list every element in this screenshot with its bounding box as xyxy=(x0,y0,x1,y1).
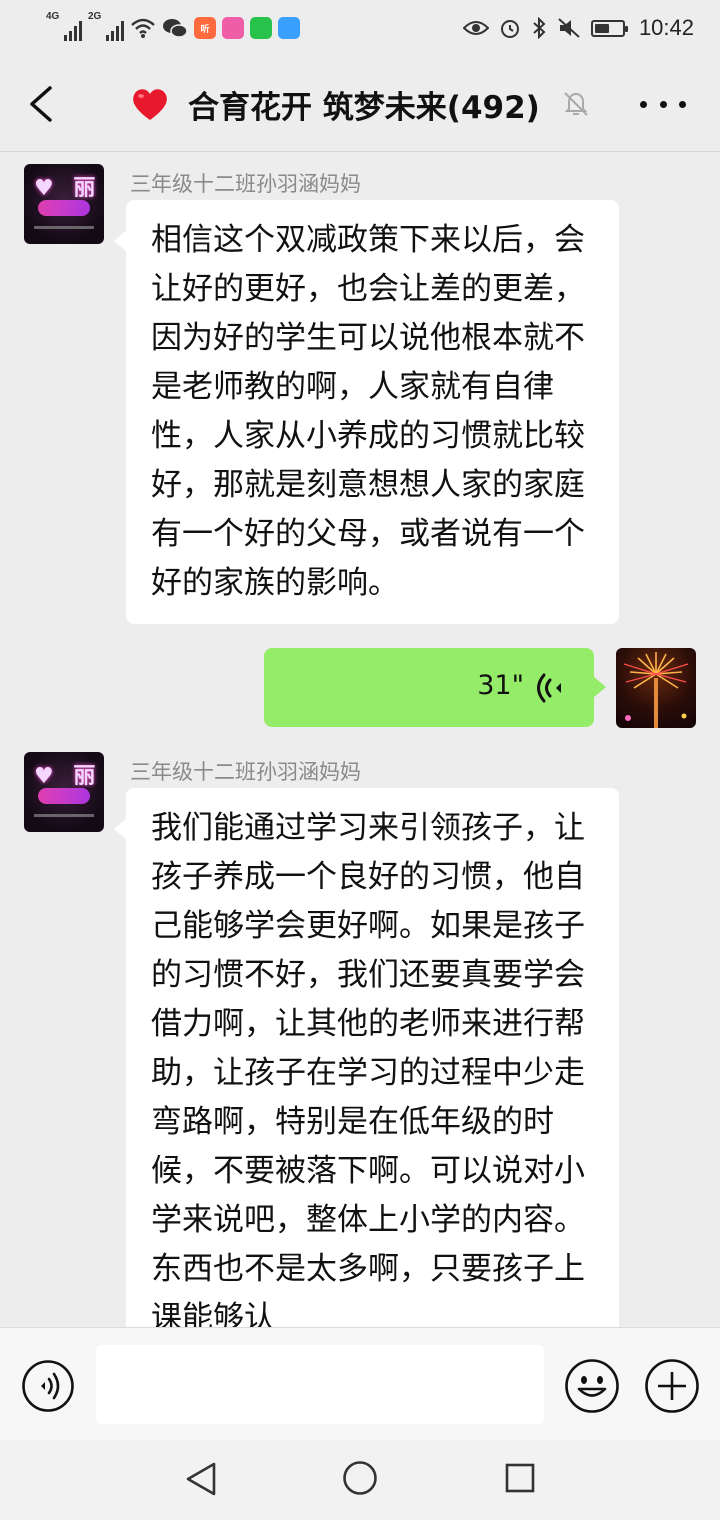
status-bar: 4G 2G 听 10:42 xyxy=(0,0,720,56)
voice-wave-icon xyxy=(537,673,561,703)
dot xyxy=(640,100,647,108)
ting-app-icon: 听 xyxy=(194,17,216,39)
back-button[interactable] xyxy=(20,80,64,128)
network-type-1: 4G xyxy=(46,11,60,22)
plus-circle-icon xyxy=(645,1359,699,1413)
clock: 10:42 xyxy=(638,15,694,40)
sender-avatar[interactable]: ♥ 丽 xyxy=(24,752,104,832)
signal-icon: 4G xyxy=(46,11,82,41)
eye-icon xyxy=(462,21,489,35)
mute-status-icon xyxy=(558,18,580,38)
chat-title: 合育花开 筑梦未来(492) xyxy=(188,89,540,126)
nav-home-button[interactable] xyxy=(342,1460,378,1496)
input-bar xyxy=(0,1327,720,1440)
signal-icon-2: 2G xyxy=(88,11,124,41)
message-bubble-text[interactable]: 我们能通过学习来引领孩子，让孩子养成一个良好的习惯，他自己能够学会更好啊。如果是… xyxy=(114,788,619,1327)
message-text: 相信这个双减政策下来以后，会让好的更好，也会让差的更差，因为好的学生可以说他根本… xyxy=(151,222,585,601)
sender-avatar[interactable]: ♥ 丽 xyxy=(24,164,104,244)
circle-home-icon xyxy=(343,1461,377,1495)
voice-message-bubble[interactable]: 31" xyxy=(264,648,606,727)
avatar-artwork: ♥ 丽 xyxy=(34,764,102,789)
avatar-artwork: ♥ 丽 xyxy=(34,176,102,201)
status-left-icons: 4G 2G 听 xyxy=(46,11,300,44)
status-right-icons: 10:42 xyxy=(462,12,694,44)
voice-input-button[interactable] xyxy=(21,1359,75,1413)
chat-header: 合育花开 筑梦未来(492) xyxy=(0,56,720,152)
heart-emoji-icon xyxy=(133,89,167,120)
app-icon-2 xyxy=(222,17,244,39)
system-navigation-bar xyxy=(0,1440,720,1520)
voice-wave-icon xyxy=(41,1372,60,1400)
dot xyxy=(679,100,686,108)
voice-duration: 31" xyxy=(477,670,524,701)
ting-app-label: 听 xyxy=(200,23,210,34)
wifi-icon xyxy=(131,18,155,38)
chevron-left-icon xyxy=(30,86,52,122)
video-app-icon xyxy=(278,17,300,39)
sender-name: 三年级十二班孙羽涵妈妈 xyxy=(130,172,361,196)
emoji-button[interactable] xyxy=(564,1358,620,1414)
battery-icon xyxy=(590,19,628,37)
nav-recents-button[interactable] xyxy=(504,1462,536,1494)
network-type-2: 2G xyxy=(88,11,102,22)
more-functions-button[interactable] xyxy=(644,1358,700,1414)
bluetooth-icon xyxy=(533,17,546,39)
alarm-icon xyxy=(500,20,519,38)
dot xyxy=(659,100,667,108)
triangle-back-icon xyxy=(186,1462,216,1496)
my-avatar[interactable] xyxy=(616,648,696,728)
more-options-button[interactable] xyxy=(640,90,686,118)
fireworks-artwork xyxy=(623,652,689,728)
nav-back-button[interactable] xyxy=(184,1460,218,1498)
square-recents-icon xyxy=(505,1463,535,1493)
sender-name: 三年级十二班孙羽涵妈妈 xyxy=(130,760,361,784)
message-input[interactable] xyxy=(96,1345,544,1424)
iqiyi-app-icon xyxy=(250,17,272,39)
message-list[interactable]: ♥ 丽 三年级十二班孙羽涵妈妈 相信这个双减政策下来以后，会让好的更好，也会让差… xyxy=(0,153,720,1327)
chat-title-area[interactable]: 合育花开 筑梦未来(492) xyxy=(130,80,540,128)
message-bubble-text[interactable]: 相信这个双减政策下来以后，会让好的更好，也会让差的更差，因为好的学生可以说他根本… xyxy=(114,200,619,624)
bell-off-icon xyxy=(564,92,588,116)
message-text: 我们能通过学习来引领孩子，让孩子养成一个良好的习惯，他自己能够学会更好啊。如果是… xyxy=(151,810,585,1327)
wechat-icon xyxy=(163,19,188,38)
smiley-icon xyxy=(565,1359,619,1413)
